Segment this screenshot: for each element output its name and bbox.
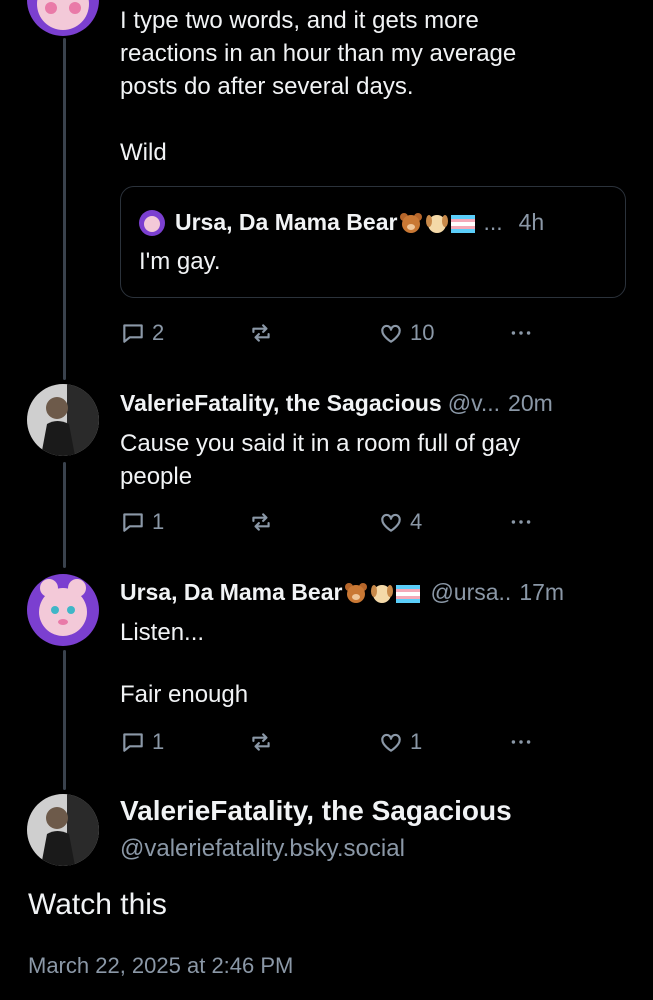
avatar[interactable] — [27, 794, 99, 866]
like-count: 4 — [410, 509, 423, 534]
post-actions: 1 1 — [120, 727, 540, 757]
post-time: 20m — [508, 390, 553, 416]
more-icon — [511, 740, 531, 744]
post-actions: 1 4 — [120, 507, 540, 537]
repost-icon — [252, 324, 270, 342]
reply-icon — [123, 513, 143, 532]
like-icon — [381, 324, 401, 343]
quote-post[interactable]: Ursa, Da Mama Bear ... 4h I'm gay. — [120, 186, 626, 298]
post-date: March 22, 2025 at 2:46 PM — [28, 953, 294, 978]
post-text: Cause you said it in a room full of gay … — [120, 430, 521, 490]
repost-button[interactable] — [248, 318, 274, 348]
repost-button[interactable] — [248, 727, 274, 757]
post-header: Ursa, Da Mama Bear @ursa.. 17m — [120, 579, 627, 606]
reply-icon — [123, 733, 143, 752]
main-author-handle[interactable]: @valeriefatality.bsky.social — [120, 835, 405, 863]
like-icon — [381, 513, 401, 532]
thread-line — [63, 462, 66, 568]
bear-emoji — [344, 582, 368, 604]
repost-button[interactable] — [248, 507, 274, 537]
author-handle: @ursa.. — [430, 579, 512, 605]
more-button[interactable] — [508, 727, 534, 757]
quote-author-name: Ursa, Da Mama Bear — [175, 209, 398, 235]
repost-icon — [252, 733, 270, 751]
reply-button[interactable]: 1 — [120, 727, 164, 757]
more-icon — [511, 331, 531, 335]
like-button[interactable]: 1 — [378, 727, 422, 757]
like-count: 1 — [410, 729, 423, 754]
reply-count: 1 — [152, 509, 165, 534]
author-name[interactable]: Ursa, Da Mama Bear — [120, 579, 342, 606]
post-time: 17m — [519, 579, 565, 605]
more-icon — [511, 520, 531, 524]
reply-icon — [123, 324, 143, 343]
avatar[interactable] — [27, 384, 99, 456]
post-actions: 2 10 — [120, 318, 540, 348]
thread-line — [63, 38, 66, 380]
bear-emoji — [399, 212, 423, 234]
post-text: I type two words, and it gets more react… — [120, 7, 517, 166]
reply-count: 2 — [152, 320, 165, 345]
reply-button[interactable]: 2 — [120, 318, 164, 348]
more-button[interactable] — [508, 507, 534, 537]
main-post-text: Watch this — [28, 888, 167, 921]
avatar[interactable] — [27, 574, 99, 646]
post-header: ValerieFatality, the Sagacious @v... 20m — [120, 390, 627, 417]
main-author-name[interactable]: ValerieFatality, the Sagacious — [120, 795, 512, 827]
quote-text: I'm gay. — [139, 248, 221, 275]
quote-handle-ellipsis: ... — [483, 209, 503, 235]
author-handle: @v... — [447, 390, 501, 416]
like-button[interactable]: 10 — [378, 318, 434, 348]
reply-button[interactable]: 1 — [120, 507, 164, 537]
quote-time: 4h — [518, 209, 545, 235]
reply-count: 1 — [152, 729, 165, 754]
trans-flag-emoji — [396, 582, 421, 604]
repost-icon — [252, 513, 270, 531]
thread-line — [63, 650, 66, 790]
dog-emoji — [425, 212, 449, 234]
more-button[interactable] — [508, 318, 534, 348]
avatar[interactable] — [27, 0, 99, 36]
author-name[interactable]: ValerieFatality, the Sagacious — [120, 390, 442, 417]
trans-flag-emoji — [451, 212, 476, 234]
like-icon — [381, 733, 401, 752]
like-count: 10 — [410, 320, 435, 345]
post-text: Listen... Fair enough — [120, 619, 249, 708]
like-button[interactable]: 4 — [378, 507, 422, 537]
dog-emoji — [370, 582, 394, 604]
quote-avatar — [139, 209, 165, 236]
